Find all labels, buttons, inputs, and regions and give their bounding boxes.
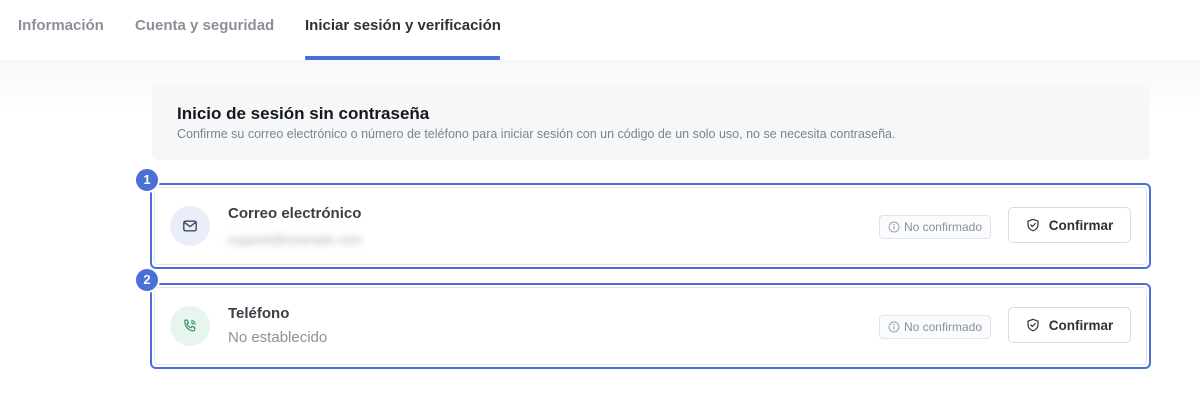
settings-tabs: Información Cuenta y seguridad Iniciar s… [0, 0, 1200, 60]
email-row: Correo electrónico support@example.com N… [150, 183, 1151, 269]
passwordless-info-card: Inicio de sesión sin contraseña Confirme… [152, 85, 1150, 160]
phone-status-text: No confirmado [903, 320, 982, 334]
email-status-badge: No confirmado [878, 215, 991, 239]
section-description: Confirme su correo electrónico o número … [177, 127, 896, 141]
phone-row: Teléfono No establecido No confirmado Co… [150, 283, 1151, 369]
tab-informacion[interactable]: Información [18, 17, 104, 34]
phone-icon [170, 306, 210, 346]
phone-title: Teléfono [228, 305, 290, 322]
tab-cuenta-y-seguridad[interactable]: Cuenta y seguridad [135, 17, 274, 34]
step-marker-2: 2 [134, 267, 160, 293]
tab-iniciar-sesion-y-verificacion[interactable]: Iniciar sesión y verificación [305, 17, 501, 34]
info-icon [888, 221, 900, 233]
email-status-text: No confirmado [903, 220, 982, 234]
email-confirm-button[interactable]: Confirmar [1008, 207, 1131, 243]
phone-confirm-button[interactable]: Confirmar [1008, 307, 1131, 343]
email-title: Correo electrónico [228, 205, 362, 222]
mail-icon [170, 206, 210, 246]
email-value: support@example.com [228, 232, 362, 247]
phone-value: No establecido [228, 329, 328, 346]
row-inner-border [154, 187, 1147, 265]
row-inner-border [154, 287, 1147, 365]
info-icon [888, 321, 900, 333]
email-confirm-label: Confirmar [1048, 217, 1114, 233]
step-marker-1: 1 [134, 167, 160, 193]
section-title: Inicio de sesión sin contraseña [177, 104, 430, 123]
phone-confirm-label: Confirmar [1048, 317, 1114, 333]
shield-check-icon [1026, 218, 1040, 232]
phone-status-badge: No confirmado [878, 315, 991, 339]
shield-check-icon [1026, 318, 1040, 332]
